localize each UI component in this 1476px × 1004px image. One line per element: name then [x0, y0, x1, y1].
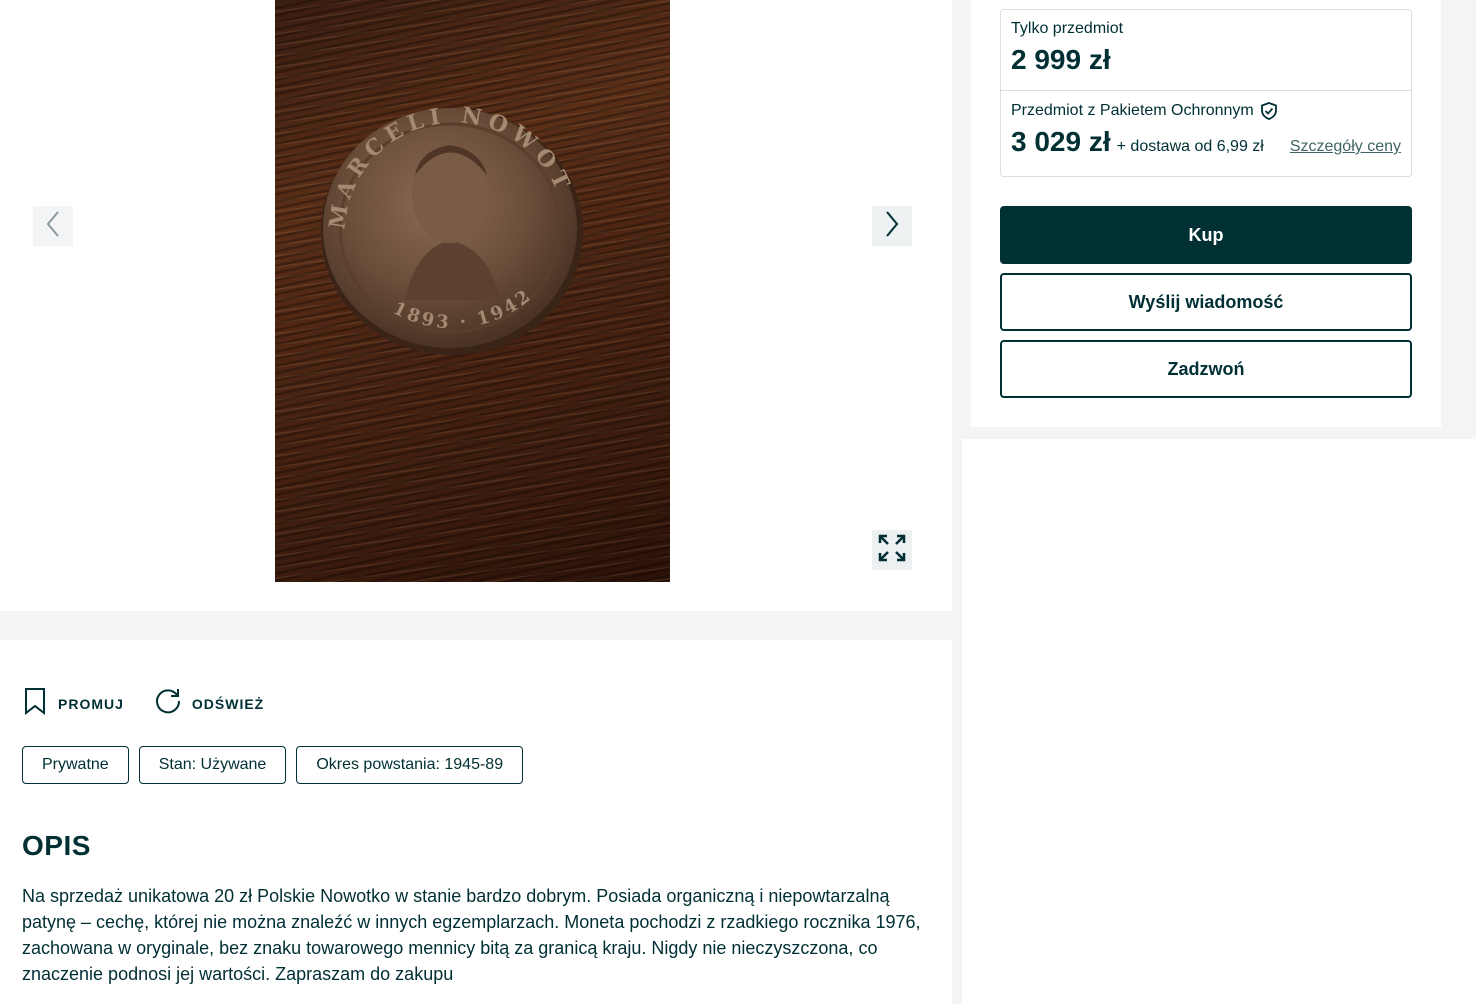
protected-label: Przedmiot z Pakietem Ochronnym — [1011, 102, 1254, 119]
purchase-panel: Tylko przedmiot 2 999 zł Przedmiot z Pak… — [971, 0, 1441, 427]
promote-label: PROMUJ — [58, 695, 124, 712]
protected-label-row: Przedmiot z Pakietem Ochronnym — [1011, 102, 1401, 120]
refresh-icon — [154, 687, 182, 720]
chevron-right-icon — [884, 210, 900, 243]
description-text: Na sprzedaż unikatowa 20 zł Polskie Nowo… — [22, 886, 921, 984]
protected-price: 3 029 zł — [1011, 126, 1111, 157]
photo-gallery: MARCELI NOWOTKO 1893 · 1942 — [0, 0, 952, 611]
protected-price-line: 3 029 zł + dostawa od 6,99 zł Szczegóły … — [1011, 126, 1401, 158]
item-only-price-row: Tylko przedmiot 2 999 zł — [1011, 20, 1123, 76]
tag-period[interactable]: Okres powstania: 1945-89 — [296, 746, 524, 784]
previous-photo-button[interactable] — [33, 206, 73, 246]
tag-condition[interactable]: Stan: Używane — [138, 746, 287, 784]
chevron-left-icon — [45, 210, 61, 243]
price-details-link[interactable]: Szczegóły ceny — [1290, 138, 1401, 156]
fullscreen-button[interactable] — [872, 530, 912, 570]
call-button[interactable]: Zadzwoń — [1000, 340, 1412, 398]
listing-actions: PROMUJ ODŚWIEŻ — [22, 687, 294, 720]
refresh-label: ODŚWIEŻ — [191, 695, 265, 712]
item-only-label: Tylko przedmiot — [1011, 20, 1124, 37]
tag-seller-type[interactable]: Prywatne — [22, 746, 129, 784]
send-message-button[interactable]: Wyślij wiadomość — [1000, 273, 1412, 331]
next-photo-button[interactable] — [872, 206, 912, 246]
expand-icon — [878, 534, 906, 567]
shield-check-icon — [1260, 102, 1278, 120]
description-title: OPIS — [22, 830, 91, 861]
protected-price-row: Przedmiot z Pakietem Ochronnym 3 029 zł … — [1011, 102, 1401, 158]
price-divider — [1001, 90, 1411, 91]
refresh-button[interactable]: ODŚWIEŻ — [154, 687, 264, 720]
listing-details: PROMUJ ODŚWIEŻ Prywatne Stan: Używane Ok… — [0, 640, 952, 1004]
delivery-cost: + dostawa od 6,99 zł — [1116, 138, 1264, 155]
item-only-price: 2 999 zł — [1011, 44, 1111, 75]
price-card: Tylko przedmiot 2 999 zł Przedmiot z Pak… — [1000, 9, 1412, 177]
promote-button[interactable]: PROMUJ — [22, 687, 124, 720]
buy-button[interactable]: Kup — [1000, 206, 1412, 264]
bookmark-icon — [22, 687, 48, 720]
listing-tags: Prywatne Stan: Używane Okres powstania: … — [22, 746, 533, 784]
listing-photo[interactable]: MARCELI NOWOTKO 1893 · 1942 — [275, 0, 670, 582]
right-column-panel — [962, 439, 1476, 1004]
